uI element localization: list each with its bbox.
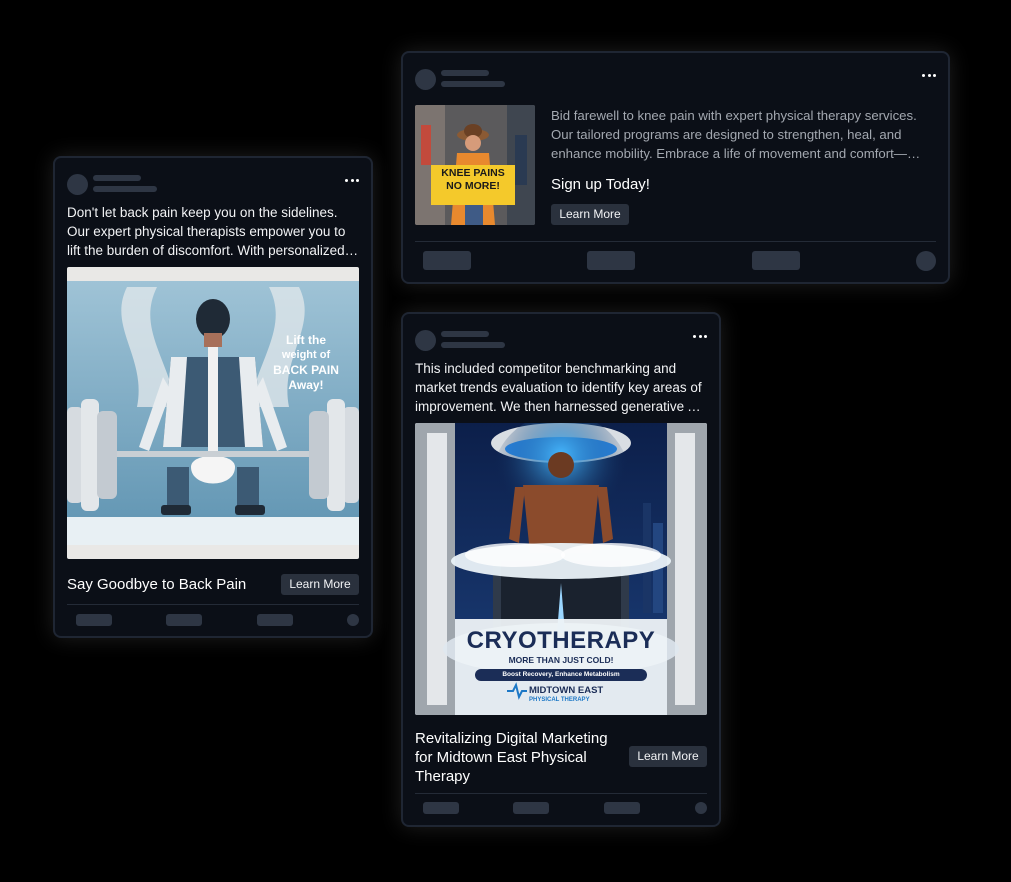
image-caption-line-1: Lift the [286, 333, 326, 347]
learn-more-button[interactable]: Learn More [629, 746, 707, 767]
ad-headline: Revitalizing Digital Marketing for Midto… [415, 730, 608, 785]
deadlift-illustration [67, 267, 359, 559]
image-caption-line-3: BACK PAIN [273, 363, 339, 377]
ad-body-text: Don't let back pain keep you on the side… [67, 205, 346, 258]
poster-title: CRYOTHERAPY [466, 627, 656, 654]
card-divider [415, 241, 936, 242]
comment-action-placeholder[interactable] [166, 614, 202, 626]
ad-card-knee-pain: KNEE PAINS NO MORE! Bid farewell to knee… [401, 51, 950, 284]
poster-brand-sub: PHYSICAL THERAPY [529, 697, 590, 703]
avatar-placeholder [415, 330, 436, 351]
comment-action-placeholder[interactable] [587, 251, 635, 270]
meta-placeholder [441, 81, 505, 87]
like-action-placeholder[interactable] [423, 251, 471, 270]
sign-text-line-1: KNEE PAINS [441, 167, 505, 179]
profile-dot-placeholder[interactable] [916, 251, 936, 271]
image-caption-line-4: Away! [288, 378, 324, 392]
card-header [415, 65, 936, 91]
street-sign-photo [415, 105, 535, 225]
ad-image-knee-pain[interactable]: KNEE PAINS NO MORE! [415, 105, 535, 225]
more-dots-icon[interactable] [345, 175, 359, 185]
ad-headline: Sign up Today! [551, 176, 650, 193]
card-header [415, 326, 707, 352]
like-action-placeholder[interactable] [76, 614, 112, 626]
image-caption: Lift the weight of BACK PAIN Away! [271, 333, 341, 393]
poster-subtitle: MORE THAN JUST COLD! [508, 655, 614, 665]
comment-action-placeholder[interactable] [513, 802, 549, 814]
card-divider [67, 604, 359, 605]
profile-dot-placeholder[interactable] [695, 802, 707, 814]
avatar-placeholder [67, 174, 88, 195]
ad-body-text: This included competitor benchmarking an… [415, 361, 702, 414]
more-dots-icon[interactable] [922, 70, 936, 80]
card-header [67, 170, 359, 196]
ad-body-text: Bid farewell to knee pain with expert ph… [551, 108, 917, 161]
meta-placeholder [441, 342, 505, 348]
meta-placeholder [93, 186, 157, 192]
name-placeholder [441, 70, 489, 76]
name-placeholder [441, 331, 489, 337]
sign-text-line-2: NO MORE! [446, 180, 500, 192]
poster-brand: MIDTOWN EAST [529, 685, 604, 696]
share-action-placeholder[interactable] [604, 802, 640, 814]
avatar-placeholder [415, 69, 436, 90]
like-action-placeholder[interactable] [423, 802, 459, 814]
share-action-placeholder[interactable] [752, 251, 800, 270]
poster-tagline: Boost Recovery, Enhance Metabolism [502, 671, 620, 678]
ad-card-cryotherapy: This included competitor benchmarking an… [401, 312, 721, 827]
name-placeholder [93, 175, 141, 181]
image-caption-line-2: weight of [281, 349, 331, 361]
ad-card-back-pain: Don't let back pain keep you on the side… [53, 156, 373, 638]
ad-image-back-pain[interactable]: Lift the weight of BACK PAIN Away! [67, 267, 359, 559]
profile-dot-placeholder[interactable] [347, 614, 359, 626]
ad-image-cryotherapy[interactable]: CRYOTHERAPY MORE THAN JUST COLD! Boost R… [415, 423, 707, 715]
more-dots-icon[interactable] [693, 331, 707, 341]
card-divider [415, 793, 707, 794]
share-action-placeholder[interactable] [257, 614, 293, 626]
learn-more-button[interactable]: Learn More [551, 204, 629, 225]
learn-more-button[interactable]: Learn More [281, 574, 359, 595]
sign-text: KNEE PAINS NO MORE! [431, 167, 515, 193]
ad-headline: Say Goodbye to Back Pain [67, 576, 247, 593]
